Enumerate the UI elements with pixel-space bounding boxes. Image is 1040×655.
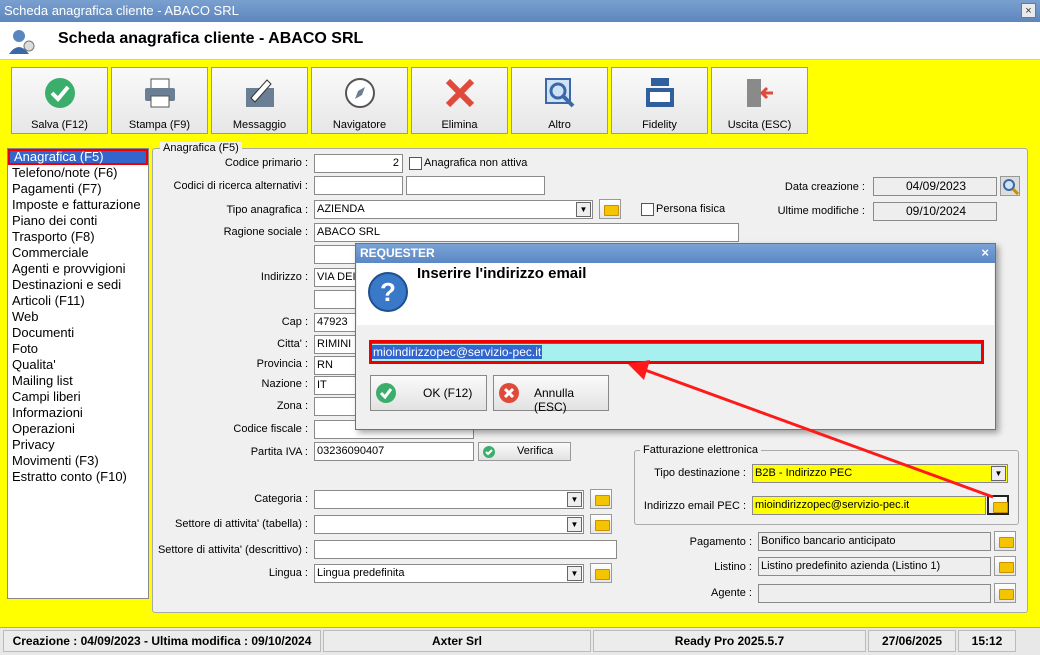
status-time: 15:12 — [958, 630, 1016, 652]
status-company: Axter Srl — [323, 630, 591, 652]
annotation-arrow — [628, 360, 994, 499]
status-dates: Creazione : 04/09/2023 - Ultima modifica… — [3, 630, 321, 652]
status-date: 27/06/2025 — [868, 630, 956, 652]
status-product: Ready Pro 2025.5.7 — [593, 630, 866, 652]
